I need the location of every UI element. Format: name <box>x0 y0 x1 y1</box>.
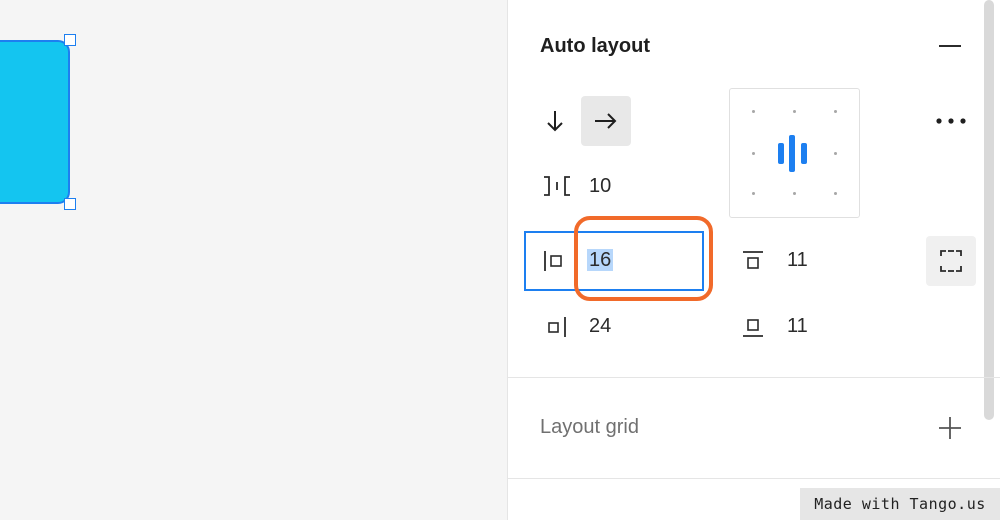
align-dot[interactable] <box>834 152 837 155</box>
tutorial-highlight <box>574 216 713 301</box>
tango-watermark: Made with Tango.us <box>800 488 1000 520</box>
padding-top-icon <box>739 247 767 275</box>
resize-handle-top-right[interactable] <box>64 34 76 46</box>
padding-bottom-icon <box>739 313 767 341</box>
minus-icon[interactable] <box>935 33 965 59</box>
align-dot[interactable] <box>752 152 755 155</box>
align-dot[interactable] <box>834 110 837 113</box>
align-dot[interactable] <box>752 192 755 195</box>
padding-right-icon <box>544 313 572 341</box>
layout-grid-title: Layout grid <box>540 416 639 438</box>
padding-right-value[interactable]: 24 <box>589 315 611 338</box>
padding-left-icon <box>539 247 567 275</box>
design-canvas[interactable] <box>0 0 507 520</box>
align-dot[interactable] <box>834 192 837 195</box>
auto-layout-title: Auto layout <box>540 35 650 57</box>
plus-icon[interactable] <box>935 413 965 443</box>
section-divider <box>507 478 1000 479</box>
alignment-indicator <box>801 143 807 164</box>
padding-top-value[interactable]: 11 <box>787 249 808 272</box>
resize-handle-bottom-right[interactable] <box>64 198 76 210</box>
align-dot[interactable] <box>752 110 755 113</box>
more-horizontal-icon[interactable] <box>931 108 971 134</box>
selected-frame[interactable] <box>0 40 70 204</box>
align-dot[interactable] <box>793 192 796 195</box>
section-divider <box>507 377 1000 378</box>
arrow-right-icon <box>591 106 621 136</box>
panel-scrollbar[interactable] <box>984 0 994 420</box>
padding-bottom-value[interactable]: 11 <box>787 315 808 338</box>
align-dot[interactable] <box>793 110 796 113</box>
clip-content-icon <box>937 247 965 275</box>
alignment-indicator <box>789 135 795 172</box>
spacing-between-icon <box>540 172 574 200</box>
alignment-indicator <box>778 143 784 164</box>
arrow-down-icon[interactable] <box>540 106 570 136</box>
spacing-between-value[interactable]: 10 <box>589 175 611 198</box>
